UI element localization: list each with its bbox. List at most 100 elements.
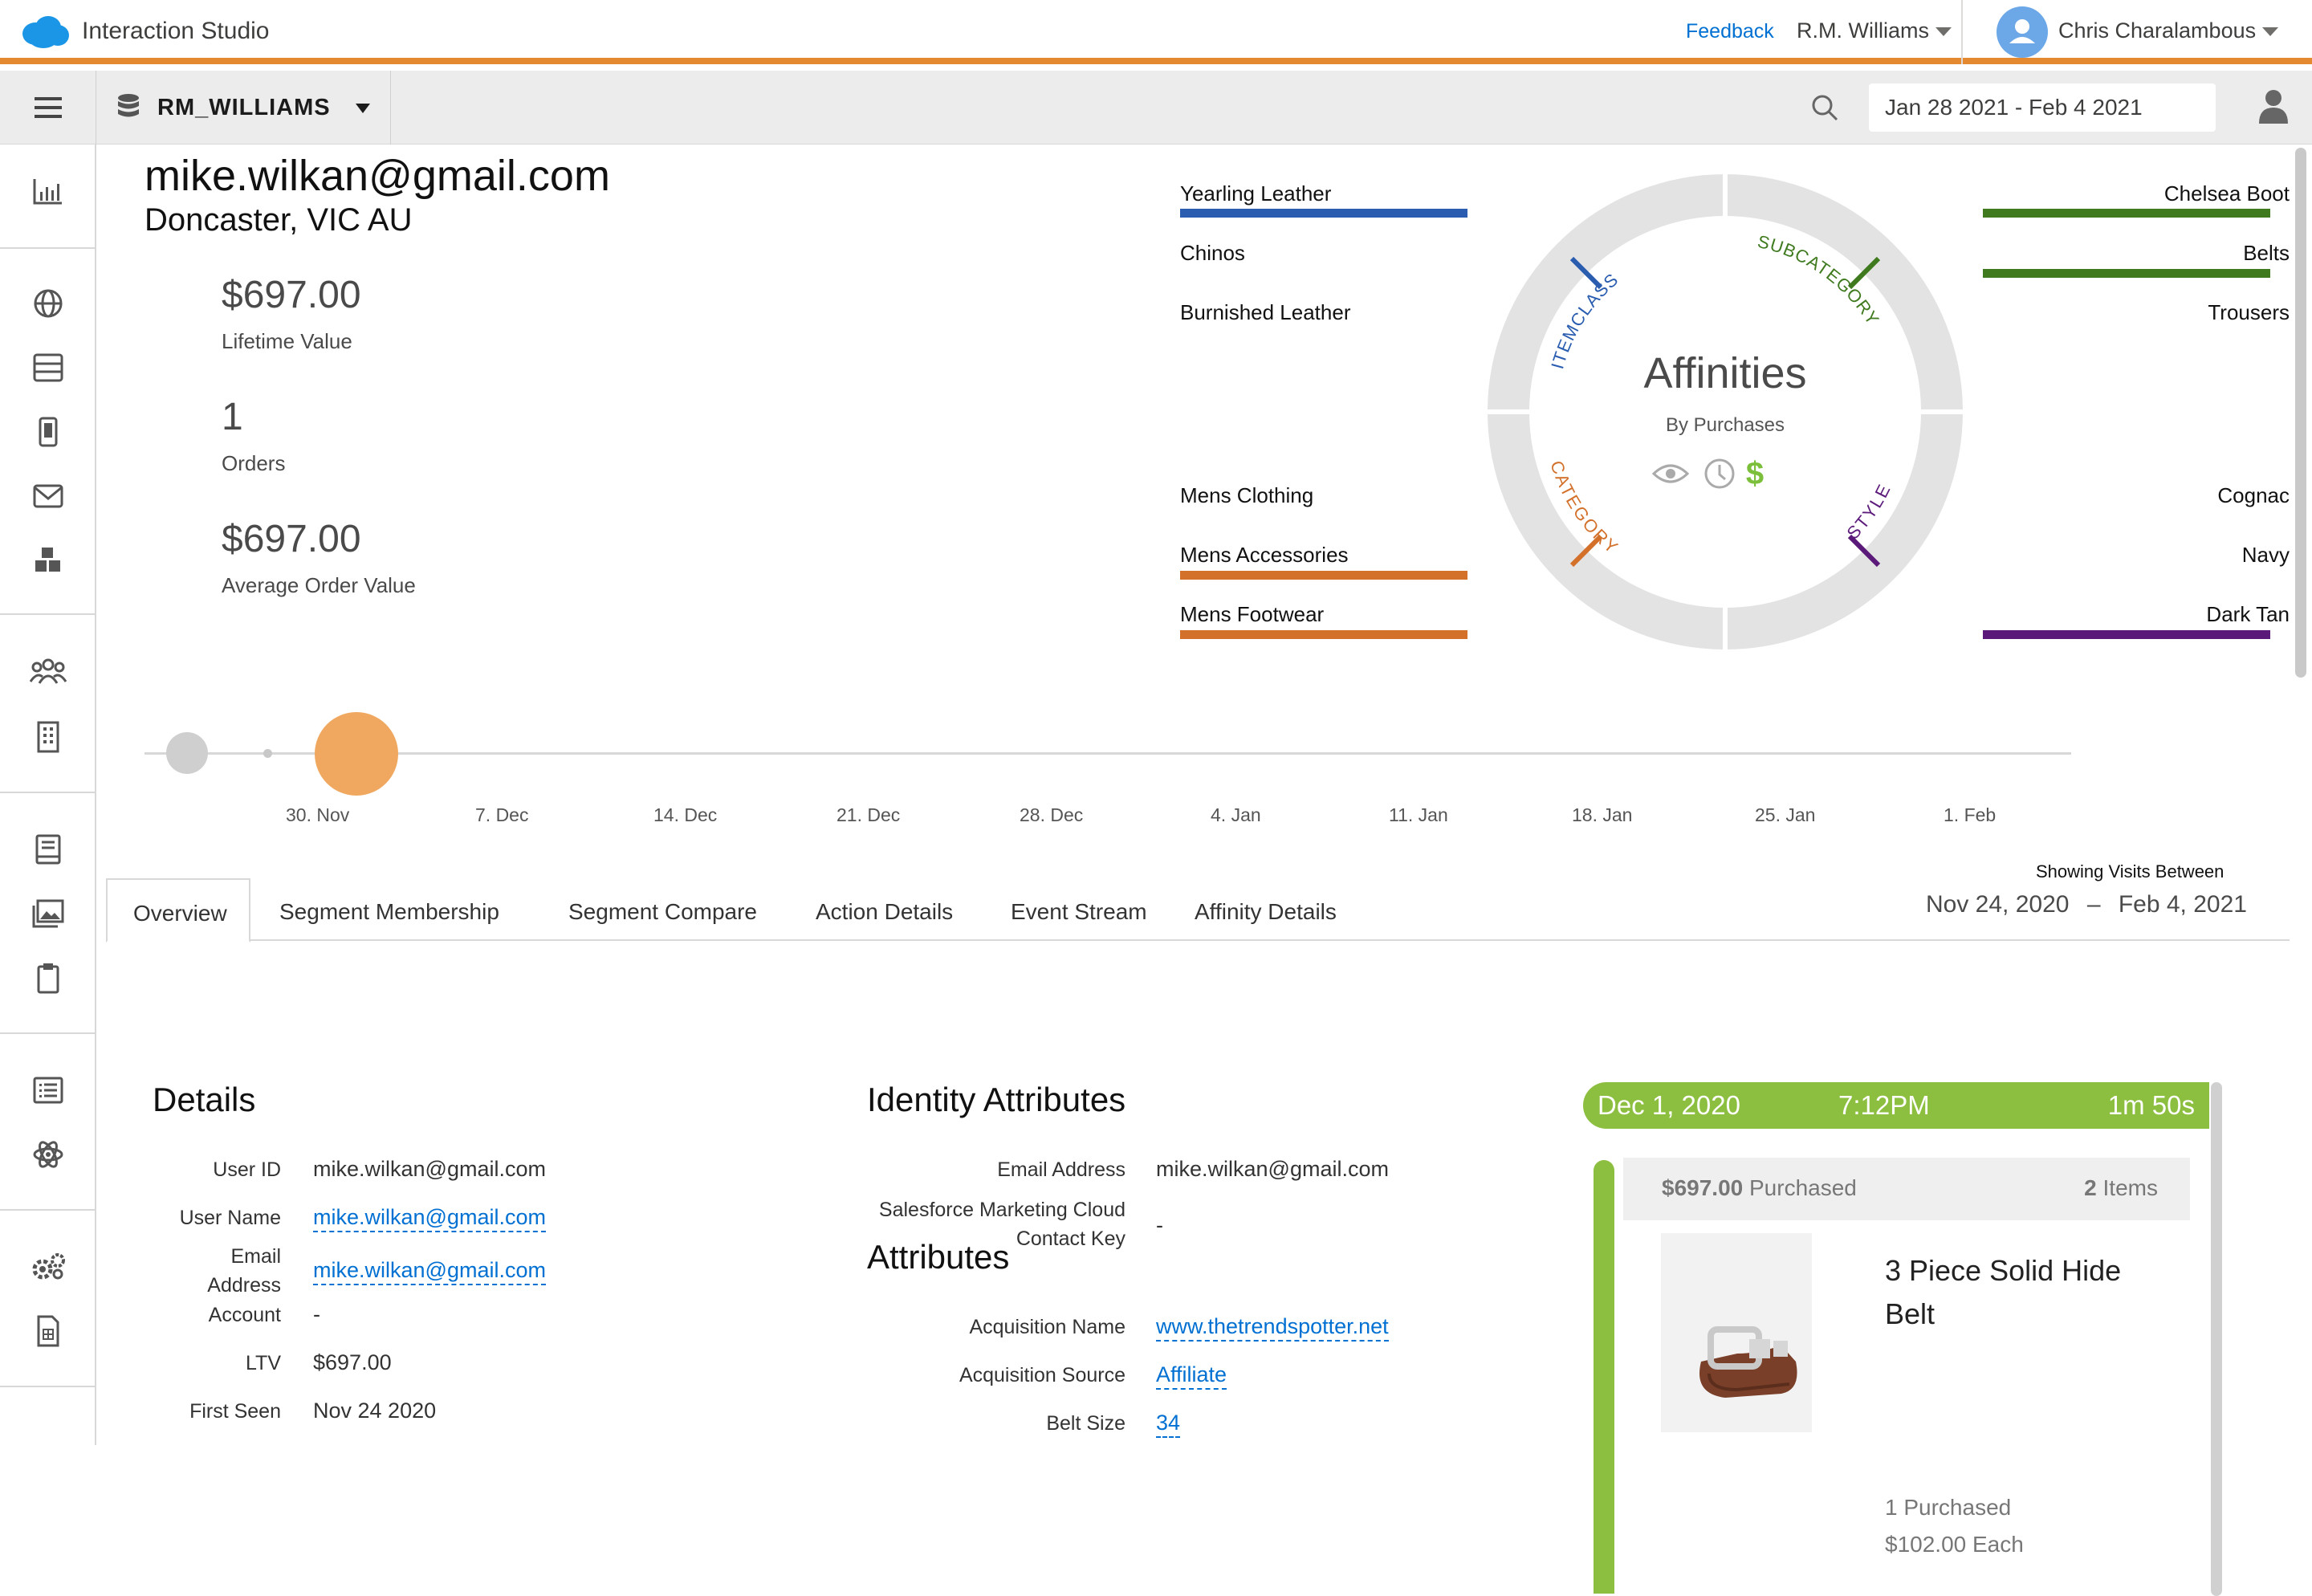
sidebar-item-accounts[interactable]	[29, 718, 67, 756]
affinity-subcategory-2[interactable]: Belts	[1968, 241, 2290, 266]
timeline-visit-dot[interactable]	[166, 732, 208, 774]
app-title: Interaction Studio	[82, 18, 270, 44]
divider	[1961, 0, 1963, 64]
dataset-selector[interactable]: RM_WILLIAMS	[97, 71, 391, 145]
lifetime-value: $697.00	[222, 274, 361, 316]
product-name[interactable]: 3 Piece Solid Hide Belt	[1885, 1249, 2174, 1336]
sidebar-item-server[interactable]	[29, 348, 67, 387]
affinity-bar	[1983, 209, 2270, 218]
timeline-axis	[144, 752, 2071, 755]
email-link[interactable]: mike.wilkan@gmail.com	[313, 1258, 546, 1285]
mobile-icon	[39, 417, 58, 447]
person-icon[interactable]	[2257, 88, 2290, 124]
sidebar-item-settings[interactable]	[29, 1248, 67, 1286]
sidebar-item-dashboard[interactable]	[29, 172, 67, 210]
affinity-category-2[interactable]: Mens Accessories	[1180, 543, 1349, 568]
sidebar-item-integrations[interactable]	[29, 1135, 67, 1174]
profile-location: Doncaster, VIC AU	[144, 202, 413, 238]
affinity-subcategory-1[interactable]: Chelsea Boot	[1968, 181, 2290, 206]
list-icon	[33, 1077, 63, 1104]
affinity-bar	[1180, 630, 1467, 639]
affinity-style-3[interactable]: Dark Tan	[1968, 602, 2290, 627]
detail-user-name[interactable]: mike.wilkan@gmail.com	[313, 1205, 546, 1232]
sidebar-item-list[interactable]	[29, 1071, 67, 1109]
sidebar-item-clipboard[interactable]	[29, 959, 67, 997]
page-scrollbar[interactable]	[2290, 145, 2312, 1445]
sidebar-item-reports[interactable]	[29, 1312, 67, 1350]
affinity-itemclass-3[interactable]: Burnished Leather	[1180, 300, 1350, 325]
image-gallery-icon	[32, 899, 64, 928]
product-image[interactable]	[1661, 1233, 1812, 1432]
tab-overview[interactable]: Overview	[106, 878, 250, 943]
affinity-style-1[interactable]: Cognac	[1968, 483, 2290, 508]
tab-segment-membership[interactable]: Segment Membership	[254, 878, 525, 941]
attribute-acquisition-source[interactable]: Affiliate	[1156, 1362, 1227, 1390]
server-icon	[33, 353, 63, 382]
scrollbar-thumb[interactable]	[2295, 148, 2306, 678]
affinity-itemclass-2[interactable]: Chinos	[1180, 241, 1245, 266]
tab-affinity-details[interactable]: Affinity Details	[1169, 878, 1362, 941]
timeline-tick: 11. Jan	[1389, 804, 1448, 825]
visit-timeline-bar	[1594, 1160, 1614, 1594]
attribute-belt-size[interactable]: 34	[1156, 1411, 1181, 1438]
affinity-bar	[1180, 571, 1467, 580]
clock-icon[interactable]	[1704, 458, 1735, 489]
details-heading: Details	[153, 1081, 256, 1118]
sidebar-item-web[interactable]	[29, 284, 67, 323]
sidebar-item-segments[interactable]	[29, 652, 67, 690]
visit-scrollbar[interactable]	[2211, 1082, 2222, 1596]
user-menu[interactable]: Chris Charalambous	[2058, 18, 2279, 43]
items-word: Items	[2102, 1175, 2158, 1200]
dollar-icon[interactable]: $	[1746, 456, 1764, 491]
sidebar-item-mobile[interactable]	[29, 413, 67, 451]
affinity-category-1[interactable]: Mens Clothing	[1180, 483, 1313, 508]
visit-header[interactable]: Dec 1, 2020 7:12PM 1m 50s	[1583, 1082, 2209, 1129]
affinity-category-3[interactable]: Mens Footwear	[1180, 602, 1324, 627]
affinity-bar	[1983, 630, 2270, 639]
affinities-title: Affinities	[1643, 349, 1806, 397]
sidebar	[0, 145, 96, 1445]
user-name-link[interactable]: mike.wilkan@gmail.com	[313, 1205, 546, 1232]
detail-key: First Seen	[189, 1400, 281, 1423]
affinity-subcategory-3[interactable]: Trousers	[1968, 300, 2290, 325]
detail-key: User Name	[179, 1207, 281, 1229]
sidebar-item-catalog[interactable]	[29, 541, 67, 580]
affinity-style-2[interactable]: Navy	[1968, 543, 2290, 568]
feedback-link[interactable]: Feedback	[1686, 20, 1774, 43]
sidebar-item-email[interactable]	[29, 477, 67, 515]
account-selector[interactable]: R.M. Williams	[1797, 18, 1952, 43]
sidebar-item-content[interactable]	[29, 830, 67, 869]
globe-icon	[34, 289, 63, 318]
orders-label: Orders	[222, 451, 286, 475]
affinity-ring: ITEMCLASS SUBCATEGORY CATEGORY STYLE Aff…	[1484, 170, 1967, 653]
tab-segment-compare[interactable]: Segment Compare	[543, 878, 783, 941]
timeline-tick: 21. Dec	[836, 804, 901, 825]
eye-icon[interactable]	[1651, 464, 1690, 483]
timeline-tick: 7. Dec	[475, 804, 529, 825]
cubes-icon	[35, 548, 60, 572]
attribute-acquisition-name[interactable]: www.thetrendspotter.net	[1156, 1314, 1389, 1342]
affinity-bar	[1180, 209, 1467, 218]
timeline-visit-dot[interactable]	[263, 749, 272, 758]
detail-email[interactable]: mike.wilkan@gmail.com	[313, 1258, 546, 1285]
acquisition-name-link[interactable]: www.thetrendspotter.net	[1156, 1314, 1389, 1342]
average-order-value: $697.00	[222, 518, 361, 560]
acquisition-source-link[interactable]: Affiliate	[1156, 1362, 1227, 1390]
timeline-purchase-dot[interactable]	[315, 712, 398, 796]
date-range-input[interactable]	[1869, 83, 2216, 132]
purchase-amount: $697.00 Purchased	[1662, 1175, 1857, 1201]
tab-action-details[interactable]: Action Details	[790, 878, 979, 941]
affinity-itemclass-1[interactable]: Yearling Leather	[1180, 181, 1331, 206]
avatar[interactable]	[1997, 6, 2048, 58]
purchased-word: Purchased	[1749, 1175, 1857, 1200]
chevron-down-icon	[1935, 27, 1952, 37]
identity-sfmc-contact-key: -	[1156, 1213, 1163, 1237]
sidebar-item-images[interactable]	[29, 894, 67, 933]
chevron-down-icon	[2262, 27, 2279, 37]
caret-down-icon	[356, 104, 370, 113]
search-icon[interactable]	[1810, 93, 1839, 122]
sub-bar: RM_WILLIAMS	[0, 71, 2312, 145]
tab-event-stream[interactable]: Event Stream	[985, 878, 1173, 941]
belt-size-link[interactable]: 34	[1156, 1411, 1181, 1438]
menu-button[interactable]	[0, 71, 96, 145]
